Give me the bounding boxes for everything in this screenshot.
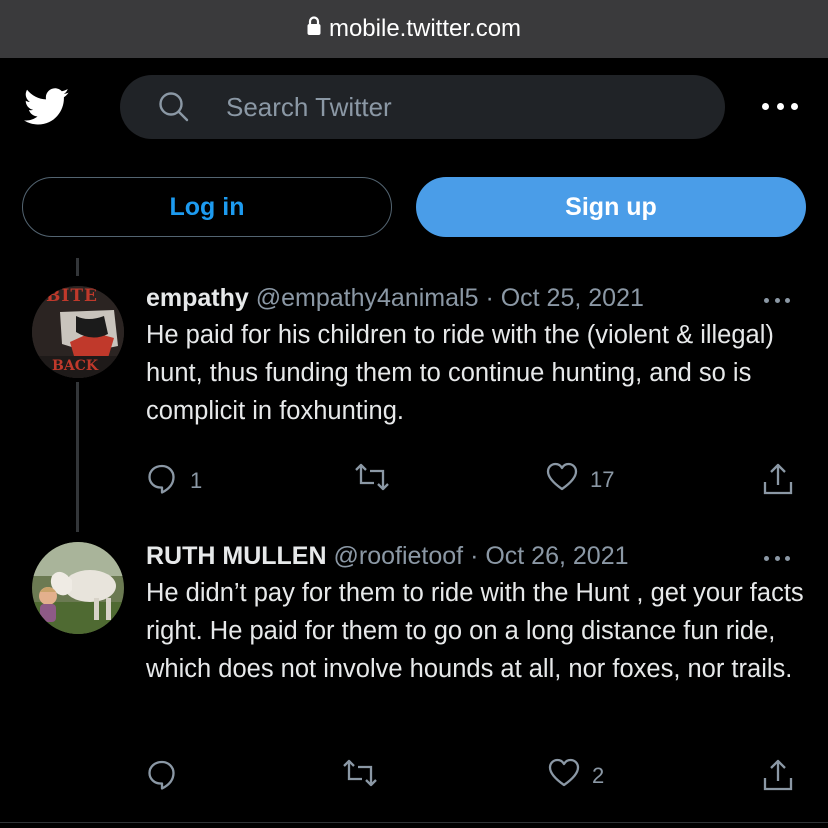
handle[interactable]: @empathy4animal5: [256, 284, 479, 312]
retweet-button[interactable]: [354, 462, 402, 498]
like-count: 2: [592, 763, 605, 788]
thread-line: [76, 258, 79, 276]
divider: [0, 822, 828, 823]
tweet-actions: 1 17: [146, 462, 806, 502]
retweet-icon: [342, 758, 378, 794]
handle[interactable]: @roofietoof: [333, 542, 463, 570]
search-input[interactable]: [226, 91, 646, 123]
tweet-meta: empathy @empathy4animal5 · Oct 25, 2021: [146, 284, 806, 313]
retweet-button[interactable]: [342, 758, 390, 794]
tweet-text: He didn’t pay for them to ride with the …: [146, 579, 804, 683]
search-icon: [158, 91, 190, 123]
search-bar[interactable]: [120, 75, 725, 139]
tweet-text: He paid for his children to ride with th…: [146, 321, 774, 425]
reply-count: 1: [190, 468, 203, 493]
tweet-date[interactable]: Oct 26, 2021: [485, 542, 628, 570]
browser-url-bar[interactable]: mobile.twitter.com: [0, 0, 828, 58]
like-icon: [546, 462, 578, 498]
avatar-text-bottom: BACK: [52, 358, 99, 374]
tweet-more-icon[interactable]: [764, 556, 790, 564]
like-icon: [548, 758, 580, 794]
more-icon[interactable]: [762, 94, 798, 118]
share-icon: [762, 462, 794, 502]
tweet-actions: 2: [146, 758, 806, 798]
reply-button[interactable]: [146, 758, 190, 796]
share-icon: [762, 758, 794, 798]
share-button[interactable]: [762, 462, 794, 502]
reply-icon: [146, 758, 178, 796]
url-text: mobile.twitter.com: [328, 15, 522, 42]
avatar[interactable]: [32, 542, 124, 634]
like-button[interactable]: 17: [546, 462, 614, 498]
share-button[interactable]: [762, 758, 794, 798]
avatar[interactable]: BITE BACK: [32, 286, 124, 378]
display-name[interactable]: empathy: [146, 284, 249, 312]
login-button[interactable]: Log in: [22, 177, 392, 237]
like-button[interactable]: 2: [548, 758, 604, 794]
tweet[interactable]: empathy @empathy4animal5 · Oct 25, 2021 …: [146, 284, 806, 430]
retweet-icon: [354, 462, 390, 498]
like-count: 17: [590, 467, 615, 492]
avatar-text-top: BITE: [46, 286, 98, 306]
separator: ·: [470, 542, 479, 570]
tweet-more-icon[interactable]: [764, 298, 790, 306]
top-bar: [0, 58, 828, 158]
lock-icon: [307, 15, 321, 43]
reply-icon: [146, 462, 178, 500]
tweet-date[interactable]: Oct 25, 2021: [501, 284, 644, 312]
reply-button[interactable]: 1: [146, 462, 202, 500]
tweet[interactable]: RUTH MULLEN @roofietoof · Oct 26, 2021 H…: [146, 542, 806, 688]
display-name[interactable]: RUTH MULLEN: [146, 542, 327, 570]
thread-line: [76, 382, 79, 532]
twitter-bird-icon[interactable]: [23, 88, 70, 131]
tweet-meta: RUTH MULLEN @roofietoof · Oct 26, 2021: [146, 542, 806, 571]
separator: ·: [485, 284, 494, 312]
signup-button[interactable]: Sign up: [416, 177, 806, 237]
